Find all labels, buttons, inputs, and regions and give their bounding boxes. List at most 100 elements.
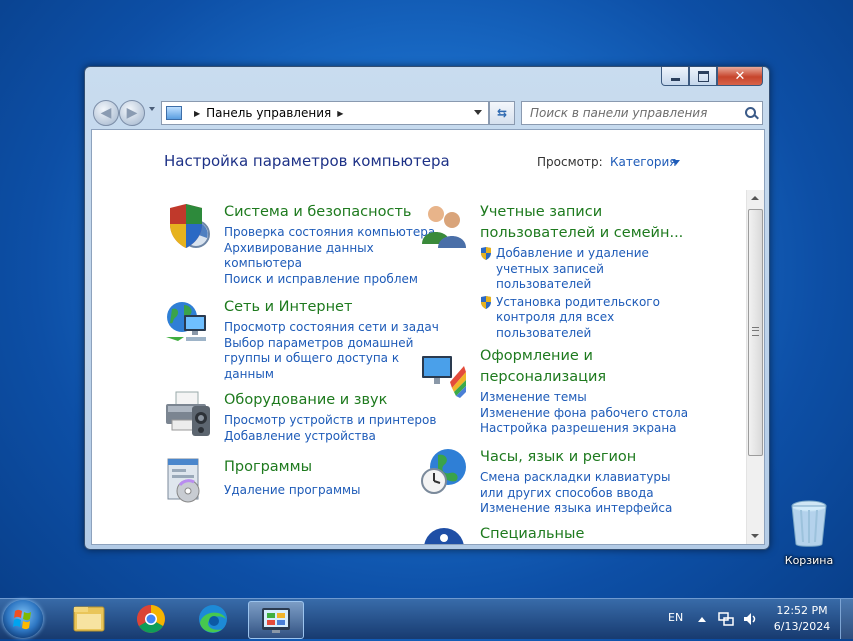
uac-shield-icon: [481, 295, 491, 309]
page-title: Настройка параметров компьютера: [164, 152, 450, 170]
caption-buttons: ✕: [661, 67, 763, 87]
vertical-scrollbar[interactable]: [746, 190, 764, 544]
folder-icon: [73, 606, 105, 632]
forward-button[interactable]: ▶: [119, 100, 145, 126]
category-links: Смена раскладки клавиатуры или других сп…: [480, 470, 672, 517]
category-title[interactable]: Сеть и Интернет: [224, 297, 352, 318]
taskbar-explorer[interactable]: [62, 601, 116, 637]
link-change-keyboard-cont[interactable]: или других способов ввода: [480, 486, 672, 502]
link-change-keyboard[interactable]: Смена раскладки клавиатуры: [480, 470, 672, 486]
view-by-caret-icon[interactable]: [672, 160, 680, 165]
link-text: Добавление и удаление: [496, 246, 649, 260]
category-title[interactable]: Система и безопасность: [224, 202, 411, 223]
recycle-bin[interactable]: Корзина: [783, 500, 835, 567]
appearance-icon: [422, 356, 466, 398]
category-title-cont[interactable]: персонализация: [480, 367, 606, 388]
breadcrumb-chevron-icon[interactable]: ▶: [337, 109, 343, 118]
start-button[interactable]: [3, 600, 43, 638]
chrome-icon: [137, 605, 165, 633]
close-icon: ✕: [734, 68, 746, 84]
view-by-dropdown[interactable]: Категория: [610, 155, 677, 169]
search-icon[interactable]: [745, 107, 756, 118]
link-add-remove-accounts[interactable]: Добавление и удаление: [480, 246, 660, 262]
link-network-status[interactable]: Просмотр состояния сети и задач: [224, 320, 439, 336]
link-text: Установка родительского: [496, 294, 660, 309]
link-backup-cont[interactable]: компьютера: [224, 256, 435, 272]
maximize-button[interactable]: [689, 67, 717, 86]
clock-date: 6/13/2024: [773, 620, 831, 633]
close-button[interactable]: ✕: [717, 67, 763, 86]
category-title[interactable]: Часы, язык и регион: [480, 447, 636, 468]
link-add-device[interactable]: Добавление устройства: [224, 429, 436, 445]
language-indicator[interactable]: EN: [668, 611, 683, 624]
control-panel-window: ✕ ◀ ▶ ▶ Панель управления ▶ ⇆ Настройка …: [84, 66, 770, 550]
link-add-remove-accounts-cont2[interactable]: пользователей: [480, 277, 660, 293]
recycle-bin-icon: [791, 500, 827, 547]
scroll-thumb[interactable]: [748, 209, 763, 456]
address-dropdown-icon[interactable]: [474, 110, 482, 115]
category-title[interactable]: Оборудование и звук: [224, 390, 387, 411]
link-screen-resolution[interactable]: Настройка разрешения экрана: [480, 421, 688, 437]
breadcrumb-control-panel[interactable]: Панель управления: [206, 106, 331, 120]
category-title[interactable]: Программы: [224, 457, 312, 478]
link-change-theme[interactable]: Изменение темы: [480, 390, 688, 406]
scroll-down-icon[interactable]: [751, 534, 759, 538]
link-homegroup[interactable]: Выбор параметров домашней: [224, 336, 439, 352]
link-backup[interactable]: Архивирование данных: [224, 241, 435, 257]
printer-icon: [166, 391, 210, 436]
refresh-button[interactable]: ⇆: [489, 101, 515, 125]
category-title-cont[interactable]: пользователей и семейн...: [480, 223, 683, 244]
category-links: Изменение темы Изменение фона рабочего с…: [480, 390, 688, 437]
clock[interactable]: 12:52 PM 6/13/2024: [770, 603, 834, 635]
back-arrow-icon: ◀: [100, 105, 112, 121]
show-desktop-button[interactable]: [840, 599, 853, 639]
shield-icon: [170, 204, 210, 248]
category-title[interactable]: Специальные: [480, 524, 584, 544]
search-box[interactable]: [521, 101, 763, 125]
accessibility-icon: [424, 528, 464, 544]
link-homegroup-cont[interactable]: группы и общего доступа к: [224, 351, 439, 367]
link-parental-controls-cont2[interactable]: пользователей: [480, 326, 660, 342]
link-parental-controls-cont[interactable]: контроля для всех: [480, 310, 660, 326]
taskbar-control-panel[interactable]: [248, 601, 304, 639]
control-panel-icon: [166, 106, 182, 120]
volume-icon[interactable]: [742, 611, 758, 627]
show-hidden-icons-icon[interactable]: [698, 617, 706, 622]
minimize-button[interactable]: [661, 67, 689, 86]
category-links: Просмотр состояния сети и задач Выбор па…: [224, 320, 439, 382]
category-title[interactable]: Учетные записи: [480, 202, 602, 223]
link-devices-printers[interactable]: Просмотр устройств и принтеров: [224, 413, 436, 429]
history-dropdown-icon[interactable]: [149, 107, 155, 111]
breadcrumb-chevron-icon[interactable]: ▶: [194, 109, 200, 118]
search-input[interactable]: [528, 102, 732, 124]
link-change-background[interactable]: Изменение фона рабочего стола: [480, 406, 688, 422]
refresh-icon: ⇆: [496, 106, 508, 120]
scroll-up-icon[interactable]: [751, 196, 759, 200]
category-links: Просмотр устройств и принтеров Добавлени…: [224, 413, 436, 444]
programs-icon: [167, 458, 200, 503]
taskbar: EN 12:52 PM 6/13/2024: [0, 598, 853, 639]
content-pane: Настройка параметров компьютера Просмотр…: [91, 129, 765, 545]
link-troubleshoot[interactable]: Поиск и исправление проблем: [224, 272, 435, 288]
link-add-remove-accounts-cont[interactable]: учетных записей: [480, 262, 660, 278]
link-check-computer-status[interactable]: Проверка состояния компьютера: [224, 225, 435, 241]
link-display-language[interactable]: Изменение языка интерфейса: [480, 501, 672, 517]
address-bar[interactable]: ▶ Панель управления ▶: [161, 101, 489, 125]
navigation-bar: ◀ ▶ ▶ Панель управления ▶ ⇆: [91, 98, 763, 126]
category-links: Добавление и удаление учетных записей по…: [480, 246, 660, 341]
category-links: Удаление программы: [224, 483, 361, 499]
edge-icon: [199, 605, 227, 633]
minimize-icon: [670, 77, 680, 81]
link-homegroup-cont2[interactable]: данным: [224, 367, 439, 383]
link-parental-controls[interactable]: Установка родительского: [480, 295, 660, 311]
taskbar-edge[interactable]: [186, 601, 240, 637]
back-button[interactable]: ◀: [93, 100, 119, 126]
network-globe-icon: [166, 302, 206, 341]
recycle-bin-label: Корзина: [784, 554, 834, 567]
taskbar-chrome[interactable]: [124, 601, 178, 637]
clock-globe-icon: [421, 449, 466, 494]
link-uninstall-program[interactable]: Удаление программы: [224, 483, 361, 499]
network-tray-icon[interactable]: [718, 611, 734, 627]
control-panel-taskbar-icon: [262, 608, 290, 633]
category-title[interactable]: Оформление и: [480, 346, 593, 367]
